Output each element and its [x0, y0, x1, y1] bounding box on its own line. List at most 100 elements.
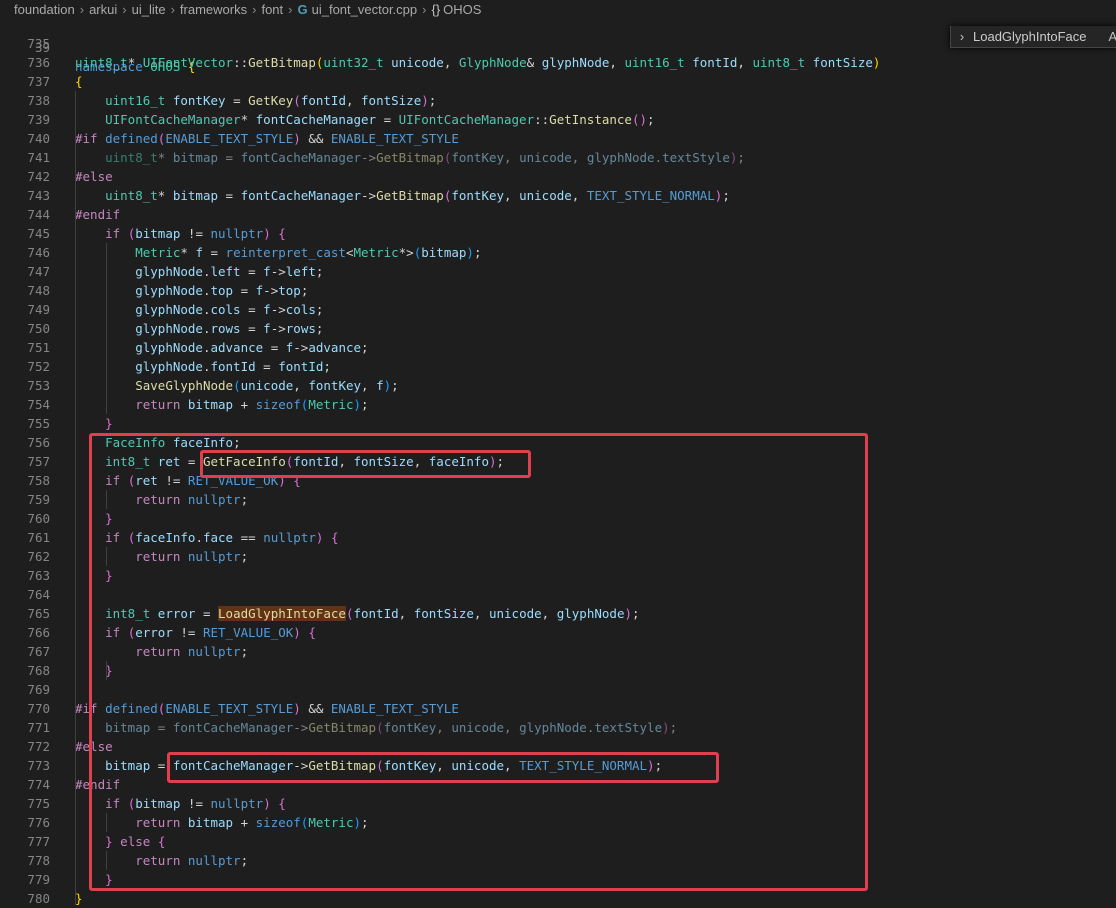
code-line[interactable]: 751 glyphNode.advance = f->advance; — [0, 338, 1116, 357]
code-line[interactable]: 749 glyphNode.cols = f->cols; — [0, 300, 1116, 319]
code-token: & — [526, 55, 542, 70]
find-widget[interactable]: ›LoadGlyphIntoFace A — [950, 26, 1116, 48]
code-token: GetBitmap — [376, 150, 444, 165]
code-line[interactable]: 747 glyphNode.left = f->left; — [0, 262, 1116, 281]
line-number: 777 — [27, 834, 50, 849]
code-line[interactable]: 735 — [0, 34, 1116, 53]
code-line[interactable]: 755 } — [0, 414, 1116, 433]
code-line[interactable]: 741 uint8_t* bitmap = fontCacheManager->… — [0, 148, 1116, 167]
code-token: textStyle — [662, 150, 730, 165]
code-line[interactable]: 780} — [0, 889, 1116, 908]
code-token: GetBitmap — [376, 188, 444, 203]
line-number: 752 — [27, 359, 50, 374]
breadcrumb-file[interactable]: ui_font_vector.cpp — [312, 2, 418, 17]
code-line[interactable]: 740 #if defined(ENABLE_TEXT_STYLE) && ENA… — [0, 129, 1116, 148]
line-number: 763 — [27, 568, 50, 583]
code-token: f — [263, 321, 271, 336]
code-token: #if — [75, 131, 98, 146]
code-token: -> — [270, 302, 286, 317]
breadcrumb-item-font[interactable]: font — [261, 2, 283, 17]
code-token: cols — [210, 302, 241, 317]
code-token: , — [571, 188, 587, 203]
code-token: f — [376, 378, 384, 393]
line-number: 768 — [27, 663, 50, 678]
find-option-toggle[interactable]: A — [1108, 29, 1116, 44]
line-number: 761 — [27, 530, 50, 545]
breadcrumb-symbol[interactable]: OHOS — [443, 2, 481, 17]
code-token: ; — [361, 397, 369, 412]
code-line-content: #else — [75, 167, 113, 186]
line-number: 745 — [27, 226, 50, 241]
code-line[interactable]: 753 SaveGlyphNode(unicode, fontKey, f); — [0, 376, 1116, 395]
code-token: unicode — [519, 150, 572, 165]
code-line[interactable]: 742 #else — [0, 167, 1116, 186]
code-token: ; — [737, 150, 745, 165]
code-line[interactable]: 746 Metric* f = reinterpret_cast<Metric*… — [0, 243, 1116, 262]
code-token: = — [255, 359, 279, 374]
code-token: -> — [361, 188, 377, 203]
code-token: rows — [210, 321, 241, 336]
code-line[interactable]: 739 UIFontCacheManager* fontCacheManager… — [0, 110, 1116, 129]
code-line[interactable]: 737 { — [0, 72, 1116, 91]
breadcrumb-item-frameworks[interactable]: frameworks — [180, 2, 247, 17]
line-number: 737 — [27, 74, 50, 89]
code-line[interactable]: 745 if (bitmap != nullptr) { — [0, 224, 1116, 243]
code-token: { — [278, 226, 286, 241]
chevron-right-icon: › — [288, 2, 293, 17]
code-token: uint16_t — [624, 55, 685, 70]
code-token: -> — [293, 340, 309, 355]
code-token: GetBitmap — [248, 55, 316, 70]
code-line[interactable]: 738 uint16_t fontKey = GetKey(fontId, fo… — [0, 91, 1116, 110]
breadcrumb-item-arkui[interactable]: arkui — [89, 2, 117, 17]
code-token: GlyphNode — [458, 55, 527, 70]
chevron-right-icon: › — [252, 2, 257, 17]
line-number: 778 — [27, 853, 50, 868]
breadcrumb-item-foundation[interactable]: foundation — [14, 2, 75, 17]
chevron-right-icon: › — [422, 2, 427, 17]
code-line[interactable]: 754 return bitmap + sizeof(Metric); — [0, 395, 1116, 414]
code-token: ; — [647, 112, 655, 127]
code-token: :: — [534, 112, 550, 127]
code-line[interactable]: 743 uint8_t* bitmap = fontCacheManager->… — [0, 186, 1116, 205]
line-number: 749 — [27, 302, 50, 317]
code-token: f — [263, 264, 271, 279]
code-line-content: #if defined(ENABLE_TEXT_STYLE) && ENABLE… — [75, 129, 459, 148]
code-line-content: UIFontCacheManager* fontCacheManager = U… — [75, 110, 655, 129]
chevron-right-icon: › — [170, 2, 175, 17]
find-input[interactable]: LoadGlyphIntoFace — [973, 29, 1086, 44]
breadcrumb-item-ui-lite[interactable]: ui_lite — [132, 2, 166, 17]
code-token: fontKey — [451, 188, 505, 203]
code-line-content: glyphNode.fontId = fontId; — [75, 357, 331, 376]
code-line[interactable]: 744 #endif — [0, 205, 1116, 224]
code-line-content: SaveGlyphNode(unicode, fontKey, f); — [75, 376, 398, 395]
code-token: :: — [233, 55, 249, 70]
code-token: fontSize — [361, 93, 422, 108]
code-line-content: glyphNode.top = f->top; — [75, 281, 308, 300]
code-token: () — [631, 112, 648, 127]
code-line[interactable]: 750 glyphNode.rows = f->rows; — [0, 319, 1116, 338]
code-line[interactable]: 752 glyphNode.fontId = fontId; — [0, 357, 1116, 376]
code-token: uint32_t — [323, 55, 384, 70]
code-token: uint8_t — [752, 55, 806, 70]
code-line[interactable]: 736 uint8_t* UIFontVector::GetBitmap(uint… — [0, 53, 1116, 72]
code-token: ; — [315, 321, 324, 336]
code-editor[interactable]: 39 namespace OHOS { 735 736 uint8_t* UIFon… — [0, 19, 1116, 908]
code-token: if — [105, 226, 121, 241]
code-token: return — [135, 397, 181, 412]
code-line[interactable]: 748 glyphNode.top = f->top; — [0, 281, 1116, 300]
code-token: #else — [75, 169, 113, 184]
code-token: , — [737, 55, 753, 70]
code-token: sizeof — [255, 397, 301, 412]
code-token: glyphNode — [135, 359, 203, 374]
code-line-content: glyphNode.advance = f->advance; — [75, 338, 368, 357]
code-token: reinterpret_cast — [225, 245, 346, 260]
line-number: 779 — [27, 872, 50, 887]
chevron-right-icon[interactable]: › — [951, 26, 973, 47]
code-token: *> — [398, 245, 414, 260]
code-token: fontId — [278, 359, 324, 374]
code-token: ) — [872, 55, 881, 70]
code-token: ) — [353, 397, 362, 412]
code-token: bitmap — [172, 188, 219, 203]
